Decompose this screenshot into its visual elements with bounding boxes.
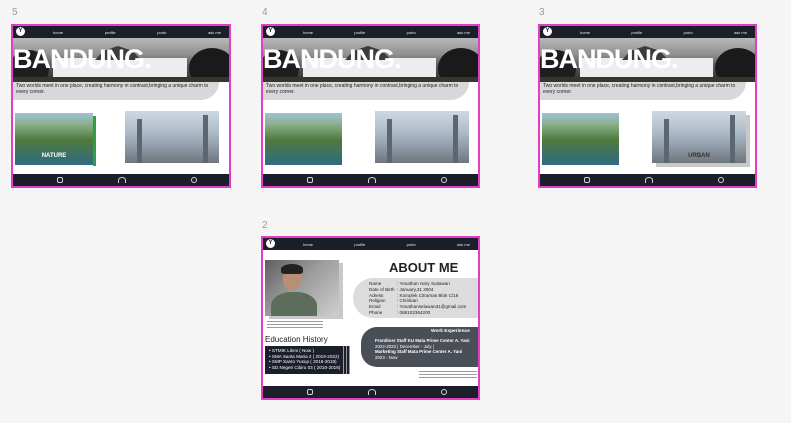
education-list: • STMIK Likmi ( Now ) • SMA Santa Maria … [269,348,340,370]
nav-ask-me[interactable]: ask me [457,30,470,35]
urban-label: URBAN [688,153,710,159]
navbar: Y home profile porto ask me [540,26,755,38]
logo-icon[interactable]: Y [266,239,275,248]
navbar: Y home profile porto ask me [263,26,478,38]
info-key: Phone [369,309,383,315]
frame-label-4: 4 [262,7,268,18]
footer [13,174,229,186]
hero-title: BANDUNG. [263,44,401,74]
urban-card[interactable] [375,111,469,163]
nature-card[interactable] [542,113,619,165]
footer [540,174,755,186]
frame-label-3: 3 [539,7,545,18]
instagram-icon[interactable] [307,177,313,183]
education-stripes [343,346,351,374]
education-item: • SD Negeri Cibiru 03 ( 2010-2016) [269,364,341,370]
nature-accent [93,116,96,166]
nav-home[interactable]: home [53,30,63,35]
work-list: Frontliner Staff KU Mata Prime Center A.… [375,338,469,360]
navbar: Y home profile porto ask me [13,26,229,38]
instagram-icon[interactable] [584,177,590,183]
hero-tagline: Two worlds meet in one place, creating h… [543,83,736,95]
work-period: 2023 - Now [375,354,398,360]
nav-home[interactable]: home [303,30,313,35]
nature-card[interactable] [265,113,342,165]
nav-profile[interactable]: profile [105,30,116,35]
nav-profile[interactable]: profile [354,30,365,35]
hero-tagline: Two worlds meet in one place, creating h… [266,83,459,95]
nav-porto[interactable]: porto [407,30,416,35]
nav-profile[interactable]: profile [631,30,642,35]
phone-icon[interactable] [718,177,724,183]
work-decoration-lines [419,371,477,380]
frame-5[interactable]: Y home profile porto ask me BANDUNG. Two… [11,24,231,188]
footer [263,386,478,398]
navbar: Y home profile porto ask me [263,238,478,250]
frame-label-2: 2 [262,220,268,231]
nature-card[interactable]: NATURE [15,113,93,165]
community-icon[interactable] [368,177,376,183]
frame-4[interactable]: Y home profile porto ask me BANDUNG. Two… [261,24,480,188]
logo-icon[interactable]: Y [16,27,25,36]
nature-label: NATURE [41,153,67,159]
frame-3[interactable]: Y home profile porto ask me BANDUNG. Two… [538,24,757,188]
education-item: • SMP Santo Yusup ( 2016-2019) [269,359,337,365]
nav-home[interactable]: home [303,242,313,247]
education-title: Education History [265,335,328,344]
work-role: Frontliner Staff KU Mata Prime Center A.… [375,338,470,343]
nav-profile[interactable]: profile [354,242,365,247]
profile-photo [265,260,339,316]
nav-porto[interactable]: porto [407,242,416,247]
urban-card[interactable]: URBAN [652,111,746,163]
hero-title: BANDUNG. [540,44,678,74]
community-icon[interactable] [368,389,376,395]
nav-home[interactable]: home [580,30,590,35]
instagram-icon[interactable] [57,177,63,183]
urban-card[interactable] [125,111,219,163]
nav-porto[interactable]: porto [157,30,166,35]
phone-icon[interactable] [191,177,197,183]
frame-label-5: 5 [12,7,18,18]
work-role: Marketing Staff Mata Prime Center A. Yan… [375,349,463,355]
community-icon[interactable] [645,177,653,183]
instagram-icon[interactable] [307,389,313,395]
about-title: ABOUT ME [389,260,459,275]
logo-icon[interactable]: Y [266,27,275,36]
nav-ask-me[interactable]: ask me [734,30,747,35]
community-icon[interactable] [118,177,126,183]
logo-icon[interactable]: Y [543,27,552,36]
nav-porto[interactable]: porto [684,30,693,35]
phone-icon[interactable] [441,177,447,183]
personal-info: Name: Yonathan Hary Sutiawan Date of Bir… [369,281,466,316]
footer [263,174,478,186]
nav-ask-me[interactable]: ask me [457,242,470,247]
frame-2[interactable]: Y home profile porto ask me ABOUT ME Nam… [261,236,480,400]
hero-title: BANDUNG. [13,44,151,74]
work-title: Work Experience [431,329,470,334]
hero-tagline: Two worlds meet in one place, creating h… [16,83,209,95]
phone-icon[interactable] [441,389,447,395]
nav-ask-me[interactable]: ask me [208,30,221,35]
photo-decoration-lines [267,321,323,330]
info-value: : 088102364200 [397,309,431,315]
